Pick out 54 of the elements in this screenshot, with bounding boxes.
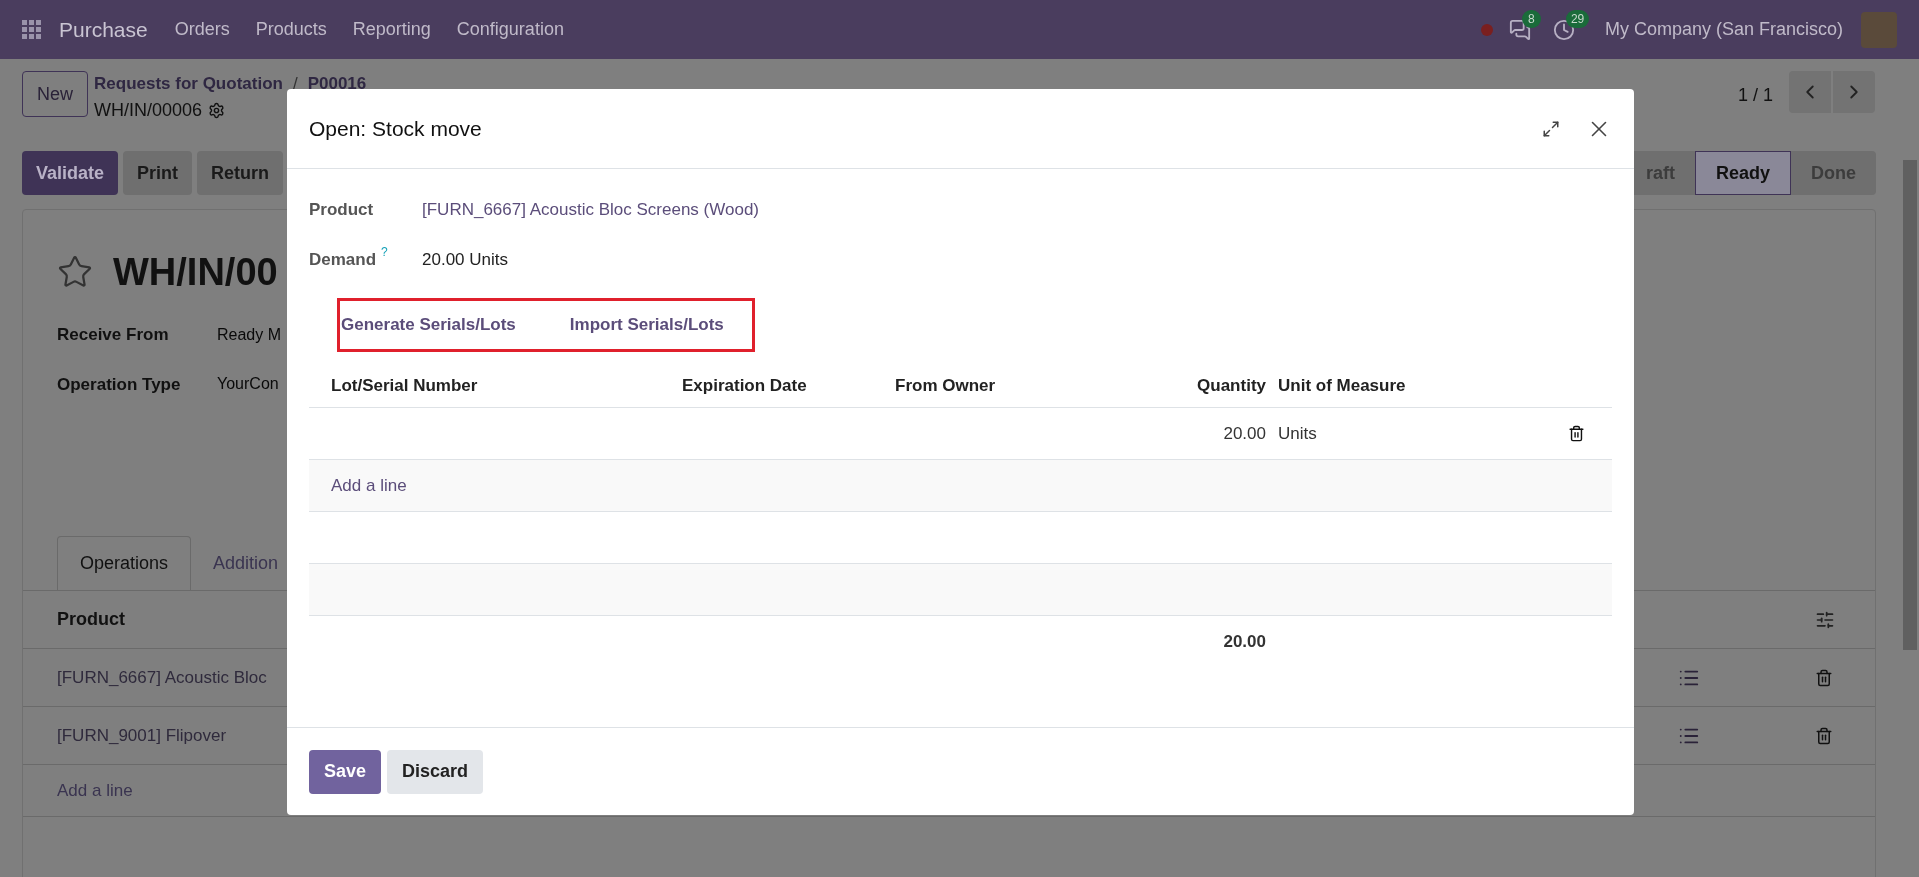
field-value: 20.00 Units (422, 248, 508, 271)
action-button[interactable]: Return (197, 151, 284, 195)
quantity-cell-text: 20.00 (1222, 422, 1267, 445)
field-label: Product (309, 199, 374, 221)
app-grid-icon[interactable] (22, 20, 41, 39)
menu-item[interactable]: Orders (161, 16, 243, 43)
settings-icon[interactable] (208, 101, 226, 119)
status-step[interactable]: Ready (1694, 151, 1791, 195)
field-label: Operation Type (57, 373, 182, 396)
import-serials-link[interactable]: Import Serials/Lots (569, 312, 724, 338)
activity-count-badge: 29 (1565, 9, 1590, 28)
field-label: Receive From (57, 324, 170, 346)
generate-serials-link[interactable]: Generate Serials/Lots (341, 312, 516, 338)
product-link[interactable]: [FURN_6667] Acoustic Bloc Screens (Wood) (422, 197, 759, 223)
column-header: Quantity (1196, 374, 1267, 397)
discard-button[interactable]: Discard (387, 749, 484, 794)
product-cell-text: [FURN_6667] Acoustic Bloc (57, 666, 267, 689)
field-value: Ready M (217, 324, 282, 345)
breadcrumb-current: P00016 (307, 73, 367, 95)
action-button[interactable]: Print (123, 151, 193, 195)
new-button[interactable]: New (22, 71, 88, 117)
menu-item[interactable]: Products (242, 16, 340, 43)
breadcrumb-separator: / (292, 73, 298, 95)
company-name[interactable]: My Company (San Francisco) (1604, 16, 1843, 43)
column-settings-icon[interactable] (1815, 609, 1835, 630)
field-label: Demand (309, 248, 377, 271)
app-name[interactable]: Purchase (59, 13, 148, 46)
column-header: From Owner (895, 374, 997, 397)
record-name: WH/IN/00006 (94, 98, 203, 122)
help-tooltip-mark[interactable]: ? (381, 242, 388, 261)
breadcrumb-link[interactable]: Requests for Quotation (94, 71, 283, 97)
menu-item[interactable]: Configuration (443, 16, 577, 43)
record-title: WH/IN/00 (113, 249, 278, 295)
column-header: Expiration Date (682, 374, 808, 397)
scrollbar[interactable] (1903, 160, 1917, 650)
total-quantity: 20.00 (1222, 631, 1267, 654)
pager-text: 1 / 1 (1737, 84, 1773, 107)
action-button[interactable]: Validate (22, 151, 119, 195)
chat-count-badge: 8 (1521, 9, 1541, 28)
dialog-title: Open: Stock move (309, 115, 482, 142)
favorite-star-icon[interactable] (57, 254, 93, 290)
unit-cell-text: Units (1277, 422, 1318, 445)
column-header: Product (57, 608, 125, 631)
expand-icon[interactable] (1542, 119, 1560, 138)
field-value: YourCon (217, 374, 279, 395)
product-cell-text: [FURN_9001] Flipover (57, 724, 227, 747)
save-button[interactable]: Save (309, 749, 382, 794)
add-line-link[interactable]: Add a line (331, 472, 407, 499)
column-header: Lot/Serial Number (330, 374, 479, 397)
menu-item[interactable]: Reporting (339, 16, 444, 43)
form-tab[interactable]: Operations (57, 536, 192, 590)
column-header: Unit of Measure (1277, 374, 1407, 397)
delete-icon[interactable] (1568, 425, 1585, 442)
add-line-link[interactable]: Add a line (57, 777, 133, 804)
